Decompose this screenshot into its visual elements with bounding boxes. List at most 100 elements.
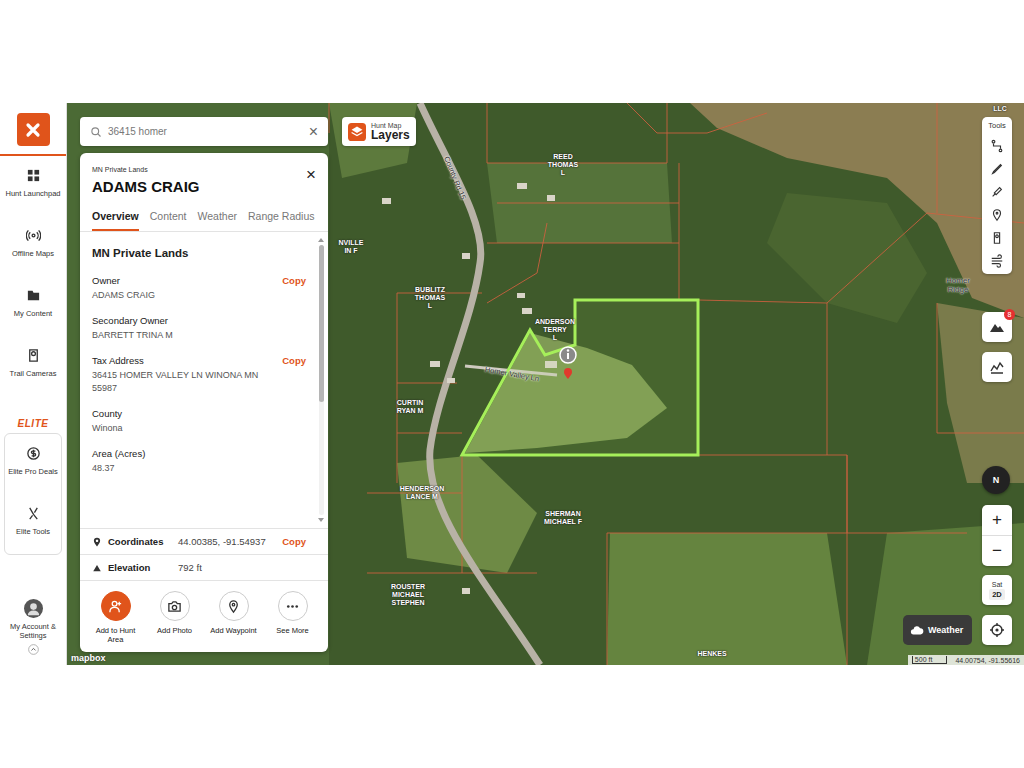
tools-icon	[26, 506, 41, 521]
camera-icon[interactable]	[990, 231, 1004, 245]
collapse-chevron-icon[interactable]	[28, 644, 39, 655]
waypoint-icon	[226, 599, 241, 614]
sidebar-2-icon	[26, 288, 41, 303]
scale-bar: 500 ft44.00754, -91.55616	[908, 655, 1024, 665]
elite-brand: ELITE	[0, 418, 66, 429]
location-pin-icon	[92, 537, 102, 547]
parcel-boundary	[487, 243, 679, 244]
sidebar-label: Offline Maps	[3, 249, 63, 258]
scroll-down-icon[interactable]	[318, 518, 324, 522]
parcel-boundary	[487, 103, 667, 163]
search-box[interactable]: 36415 homer ×	[80, 117, 328, 146]
copy-button[interactable]: Copy	[282, 355, 306, 366]
parcel-boundary	[937, 103, 938, 213]
building	[462, 588, 470, 594]
panel-tab[interactable]: Content	[150, 210, 187, 231]
sidebar-label: Trail Cameras	[3, 369, 63, 378]
elite-group: Elite Pro Deals Elite Tools	[4, 433, 62, 555]
panel-tab[interactable]: Overview	[92, 210, 139, 231]
section-heading: MN Private Lands	[92, 247, 306, 259]
panel-title: ADAMS CRAIG	[92, 178, 200, 195]
panel-tab[interactable]: Weather	[197, 210, 237, 231]
wind-icon[interactable]	[990, 254, 1004, 268]
map-view[interactable]: County Rd 15Homer Valley LnREEDTHOMASLAN…	[67, 103, 1024, 665]
parcel-boundary	[607, 455, 847, 665]
sidebar-3-icon	[26, 348, 41, 363]
main-area: Hunt Launchpad Offline Maps My Content Trai…	[0, 103, 1024, 665]
layers-button[interactable]: Hunt MapLayers	[342, 117, 416, 146]
scrollbar[interactable]	[318, 238, 324, 522]
field-value: 36415 HOMER VALLEY LN WINONA MN 55987	[92, 369, 270, 395]
hunt-area-icon	[108, 599, 123, 614]
scroll-up-icon[interactable]	[318, 238, 324, 242]
elite-item[interactable]: Elite Pro Deals	[5, 434, 61, 494]
parcel-label: NVILLEIN F	[339, 239, 364, 255]
info-field: Tax Address36415 HOMER VALLEY LN WINONA …	[92, 355, 306, 395]
sidebar-item[interactable]: Trail Cameras	[0, 336, 66, 396]
compass-button[interactable]: N	[982, 466, 1010, 494]
building	[430, 361, 440, 367]
pen-icon[interactable]	[990, 162, 1004, 176]
cursor-coordinates: 44.00754, -91.55616	[955, 657, 1020, 664]
elite-item[interactable]: Elite Tools	[5, 494, 61, 554]
bottom-margin	[0, 665, 1024, 768]
terrain-icon	[989, 319, 1005, 335]
terrain-area	[867, 523, 1024, 665]
info-pin-icon[interactable]	[560, 347, 576, 379]
parcel-boundary	[679, 163, 680, 300]
panel-content: MN Private LandsOwnerADAMS CRAIGCopySeco…	[80, 232, 328, 528]
sidebar-item[interactable]: My Content	[0, 276, 66, 336]
action-button[interactable]: Add Photo	[149, 591, 201, 644]
search-input[interactable]: 36415 homer	[108, 126, 303, 137]
crosshair-icon	[989, 622, 1005, 638]
panel-category: MN Private Lands	[92, 166, 200, 173]
terrain-area	[329, 103, 417, 178]
sidebar-item[interactable]: Hunt Launchpad	[0, 156, 66, 216]
zoom-in-button[interactable]: +	[982, 505, 1012, 535]
elite-label: Elite Tools	[6, 527, 60, 536]
field-label: Owner	[92, 275, 155, 287]
clear-button[interactable]: ×	[309, 124, 318, 140]
waypoint-icon[interactable]	[990, 208, 1004, 222]
mapbox-attribution[interactable]: mapbox	[71, 653, 106, 663]
selected-parcel[interactable]	[462, 300, 698, 455]
detail-label: Coordinates	[108, 536, 172, 547]
parcel-label: ANDERSONTERRYL	[535, 318, 575, 342]
account-settings[interactable]: My Account & Settings	[0, 599, 66, 665]
parcel-boundary	[698, 213, 927, 303]
copy-button[interactable]: Copy	[282, 536, 306, 547]
chart-button[interactable]	[982, 352, 1012, 382]
action-button[interactable]: See More	[267, 591, 319, 644]
account-label: My Account & Settings	[3, 622, 63, 640]
action-button[interactable]: Add Waypoint	[208, 591, 260, 644]
parcel-panel: MN Private Lands ADAMS CRAIG × Overview Cont…	[80, 153, 328, 652]
map-type-button[interactable]: Sat2D	[982, 575, 1012, 605]
view-mode-label: 2D	[989, 589, 1005, 600]
terrain-area	[67, 103, 329, 665]
sidebar-0-icon	[26, 168, 41, 183]
action-button[interactable]: Add to Hunt Area	[90, 591, 142, 644]
detail-value: 792 ft	[178, 562, 306, 573]
terrain-button[interactable]: 8	[982, 312, 1012, 342]
close-button[interactable]: ×	[306, 166, 316, 183]
parcel-label: REEDTHOMASL	[548, 153, 578, 177]
scroll-thumb[interactable]	[319, 245, 324, 402]
logo-area	[0, 113, 66, 156]
marker-pen-icon[interactable]	[990, 185, 1004, 199]
logo-button[interactable]	[17, 113, 50, 146]
sidebar-item[interactable]: Offline Maps	[0, 216, 66, 276]
locate-button[interactable]	[982, 615, 1012, 645]
copy-button[interactable]: Copy	[282, 275, 306, 286]
building	[447, 378, 455, 383]
panel-tab[interactable]: Range Radius	[248, 210, 315, 231]
route-icon[interactable]	[990, 139, 1004, 153]
info-field: CountyWinona	[92, 408, 306, 435]
sidebar-label: My Content	[3, 309, 63, 318]
building	[547, 195, 555, 201]
info-field: Secondary OwnerBARRETT TRINA M	[92, 315, 306, 342]
building	[382, 198, 391, 204]
weather-button[interactable]: Weather	[903, 615, 972, 645]
zoom-control: +−	[982, 505, 1012, 566]
parcel-label: SHERMANMICHAEL F	[544, 510, 582, 526]
zoom-out-button[interactable]: −	[982, 535, 1012, 566]
